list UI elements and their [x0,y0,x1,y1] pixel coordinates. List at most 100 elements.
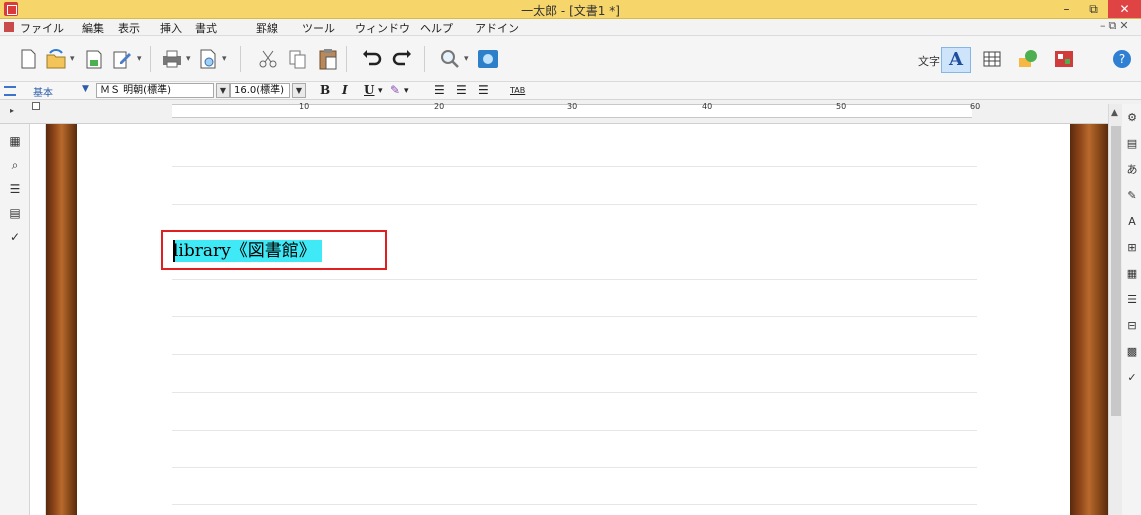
open-dropdown-icon[interactable]: ▾ [70,54,75,64]
menu-window[interactable]: ウィンドウ [355,20,410,36]
search-icon[interactable] [438,48,462,70]
ruler-number: 40 [702,102,713,111]
scrollbar-thumb[interactable] [1111,126,1121,416]
save-as-icon[interactable] [110,48,134,70]
font-size-select[interactable]: 16.0(標準) [230,83,290,98]
open-icon[interactable] [44,48,68,70]
addon-icon[interactable] [476,48,500,70]
color-dropdown-icon[interactable]: ▾ [404,86,409,96]
style-dropdown-icon[interactable]: ▼ [82,84,89,94]
ruled-line [172,279,977,280]
cut-icon[interactable] [256,48,280,70]
size-dropdown-icon[interactable]: ▼ [292,83,306,98]
grid-view-icon[interactable]: ▦ [8,134,22,148]
zoom-icon[interactable]: ⌕ [8,158,22,172]
palette-print-icon[interactable]: ▤ [1124,136,1140,152]
menu-addin[interactable]: アドイン [475,20,519,36]
ruled-line [172,204,977,205]
ruler-number: 60 [970,102,981,111]
palette-check-icon[interactable]: ✓ [1124,370,1140,386]
toolbar-divider [346,46,347,72]
ruler-number: 30 [567,102,578,111]
menu-format[interactable]: 書式 [195,20,217,36]
palette-list-icon[interactable]: ☰ [1124,292,1140,308]
text-color-icon[interactable]: ✎ [390,83,400,97]
help-icon[interactable]: ? [1110,48,1134,70]
palette-font-icon[interactable]: A [1124,214,1140,230]
print-dropdown-icon[interactable]: ▾ [186,54,191,64]
vertical-ruler[interactable] [30,124,46,515]
text-mode-label[interactable]: 文字 [918,53,940,69]
style-set-icon[interactable] [4,86,16,96]
scroll-up-icon[interactable]: ▲ [1111,108,1118,118]
table-icon[interactable] [980,48,1004,70]
shape-icon[interactable] [1016,48,1040,70]
align-center-icon[interactable]: ☰ [456,83,467,97]
palette-settings-icon[interactable]: ⚙ [1124,110,1140,126]
menu-help[interactable]: ヘルプ [420,20,453,36]
ruled-line [172,430,977,431]
underline-dropdown-icon[interactable]: ▾ [378,86,383,96]
left-page-margin [46,124,77,515]
ruler-number: 50 [836,102,847,111]
ruled-line [172,354,977,355]
horizontal-ruler[interactable]: ▸ 10 20 30 40 50 60 [0,100,1141,124]
menu-ruled[interactable]: 罫線 [256,20,278,36]
align-right-icon[interactable]: ☰ [478,83,489,97]
palette-pattern-icon[interactable]: ▩ [1124,344,1140,360]
window-title: 一太郎 - [文書1 *] [521,4,620,18]
title-bar: 一太郎 - [文書1 *] – ⧉ ✕ [0,0,1141,19]
palette-layout-icon[interactable]: ⊟ [1124,318,1140,334]
align-left-icon[interactable]: ☰ [434,83,445,97]
right-page-margin [1070,124,1108,515]
palette-pen-icon[interactable]: ✎ [1124,188,1140,204]
save-dropdown-icon[interactable]: ▾ [137,54,142,64]
menu-tools[interactable]: ツール [302,20,335,36]
toolbar-divider [240,46,241,72]
close-button[interactable]: ✕ [1108,0,1141,18]
print-icon[interactable] [160,48,184,70]
redo-icon[interactable] [390,48,414,70]
document-icon[interactable] [4,22,14,32]
menu-edit[interactable]: 編集 [82,20,104,36]
font-dropdown-icon[interactable]: ▼ [216,83,230,98]
doc-window-controls[interactable]: –⧉✕ [1100,19,1132,33]
preview-icon[interactable] [196,48,220,70]
menu-bar: ファイル 編集 表示 挿入 書式 罫線 ツール ウィンドウ ヘルプ アドイン –… [0,19,1141,36]
new-doc-icon[interactable] [16,48,40,70]
ruled-line [172,166,977,167]
minimize-button[interactable]: – [1053,0,1080,18]
italic-button[interactable]: I [342,83,348,97]
tab-button[interactable]: TAB [510,86,525,95]
ruled-line [172,392,977,393]
palette-doc-icon[interactable]: ▦ [1124,266,1140,282]
save-icon[interactable] [82,48,106,70]
underline-button[interactable]: U [364,83,374,97]
copy-icon[interactable] [286,48,310,70]
palette-table-icon[interactable]: ⊞ [1124,240,1140,256]
document-page[interactable]: library《図書館》 [77,124,1070,515]
ruler-toggle-icon[interactable]: ▸ [10,106,14,115]
tab-stop-icon[interactable] [32,102,40,110]
outline-icon[interactable]: ☰ [8,182,22,196]
menu-insert[interactable]: 挿入 [160,20,182,36]
page-icon[interactable]: ▤ [8,206,22,220]
proofread-icon[interactable]: ✓ [8,230,22,244]
paragraph-style[interactable]: 基本 [33,84,53,99]
format-toolbar: 基本 ▼ ＭＳ 明朝(標準) ▼ 16.0(標準) ▼ B I U ▾ ✎ ▾ … [0,82,1141,100]
vertical-scrollbar[interactable]: ▲ [1108,104,1122,515]
maximize-button[interactable]: ⧉ [1080,0,1107,18]
text-mode-button[interactable]: A [941,47,971,73]
font-select[interactable]: ＭＳ 明朝(標準) [96,83,214,98]
bold-button[interactable]: B [320,83,330,97]
palette-kana-icon[interactable]: あ [1124,162,1140,178]
ruled-line [172,467,977,468]
right-tool-palette: ⚙ ▤ あ ✎ A ⊞ ▦ ☰ ⊟ ▩ ✓ [1122,104,1141,515]
undo-icon[interactable] [360,48,384,70]
menu-file[interactable]: ファイル [20,20,64,36]
paste-icon[interactable] [316,48,340,70]
menu-view[interactable]: 表示 [118,20,140,36]
toolbox-icon[interactable] [1052,48,1076,70]
preview-dropdown-icon[interactable]: ▾ [222,54,227,64]
search-dropdown-icon[interactable]: ▾ [464,54,469,64]
